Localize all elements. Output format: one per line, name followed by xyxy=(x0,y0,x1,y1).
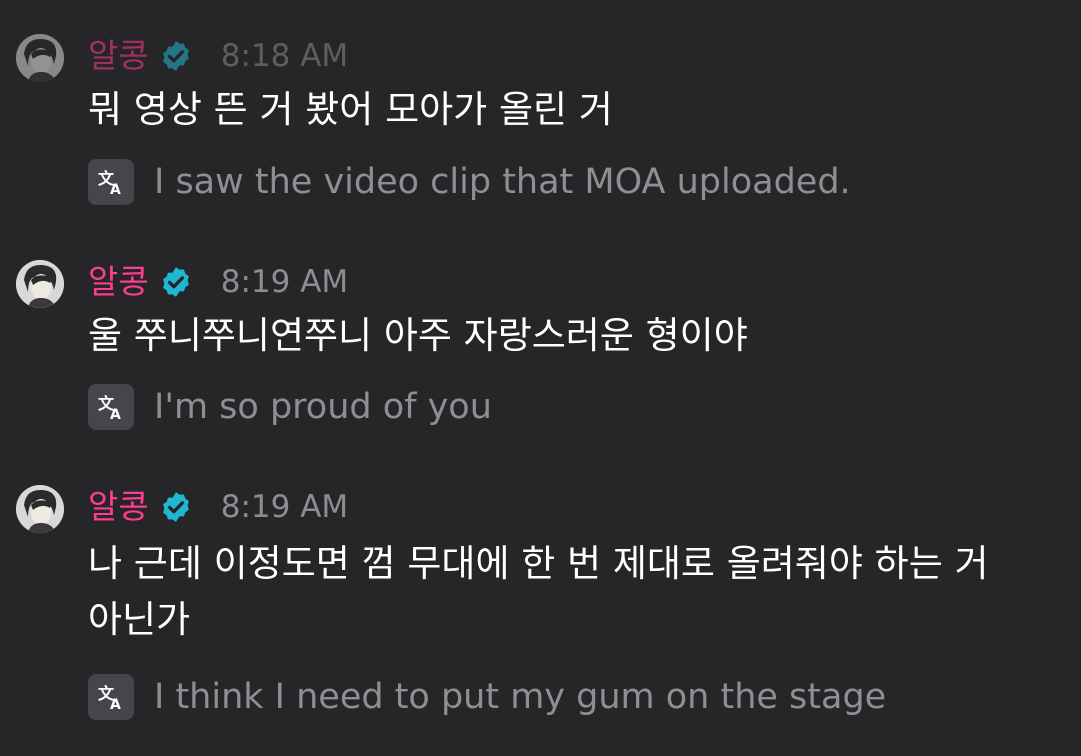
message-text: 나 근데 이정도면 껌 무대에 한 번 제대로 올려줘야 하는 거 아닌가 xyxy=(88,542,989,641)
avatar[interactable] xyxy=(16,485,64,533)
verified-badge-icon xyxy=(159,490,193,524)
avatar[interactable] xyxy=(16,260,64,308)
username[interactable]: 알콩 xyxy=(88,485,149,529)
translation-text: I think I need to put my gum on the stag… xyxy=(154,677,887,717)
timestamp: 8:19 AM xyxy=(220,264,349,300)
timestamp: 8:19 AM xyxy=(220,489,349,525)
message-text: 울 쭈니쭈니연쭈니 아주 자랑스러운 형이야 xyxy=(88,314,748,357)
svg-text:A: A xyxy=(110,697,121,712)
svg-text:A: A xyxy=(110,182,121,197)
translation-row: 文 A I'm so proud of you xyxy=(88,384,492,430)
translation-row: 文 A I think I need to put my gum on the … xyxy=(88,674,886,720)
username[interactable]: 알콩 xyxy=(88,260,149,304)
username[interactable]: 알콩 xyxy=(88,34,149,78)
translate-icon[interactable]: 文 A xyxy=(88,159,134,205)
translate-icon[interactable]: 文 A xyxy=(88,384,134,430)
message-text: 뭐 영상 뜬 거 봤어 모아가 올린 거 xyxy=(88,88,613,131)
verified-badge-icon xyxy=(159,39,193,73)
translation-text: I saw the video clip that MOA uploaded. xyxy=(154,162,851,202)
translation-text: I'm so proud of you xyxy=(154,387,492,427)
timestamp: 8:18 AM xyxy=(220,38,349,74)
translate-icon[interactable]: 文 A xyxy=(88,674,134,720)
translation-row: 文 A I saw the video clip that MOA upload… xyxy=(88,159,851,205)
avatar[interactable] xyxy=(16,34,64,82)
verified-badge-icon xyxy=(159,265,193,299)
svg-text:A: A xyxy=(110,407,121,422)
